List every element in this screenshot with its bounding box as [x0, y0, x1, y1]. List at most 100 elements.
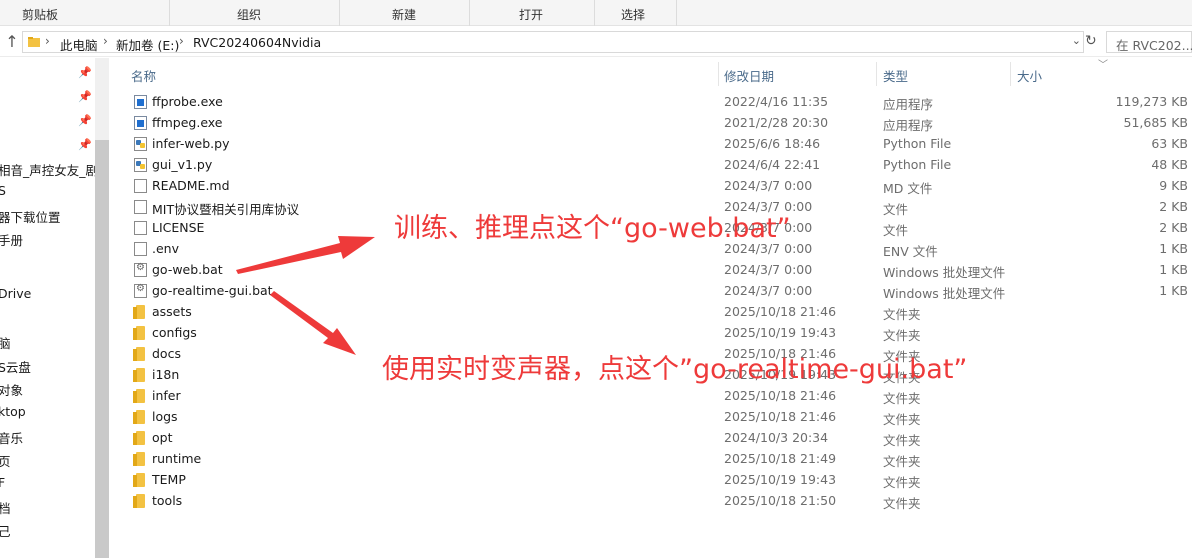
- nav-item[interactable]: 己: [0, 521, 11, 540]
- file-size: 2 KB: [1159, 199, 1188, 214]
- folder-row[interactable]: tools 2025/10/18 21:50 文件夹: [110, 491, 1192, 512]
- file-type: 文件夹: [883, 307, 921, 322]
- nav-item[interactable]: F: [0, 475, 5, 490]
- file-date: 2022/4/16 11:35: [724, 94, 829, 109]
- batch-file-icon: [134, 283, 147, 298]
- file-size: 119,273 KB: [1115, 94, 1188, 109]
- nav-item[interactable]: 手册: [0, 230, 23, 249]
- pin-icon: 📌: [78, 90, 92, 103]
- folder-row[interactable]: TEMP 2025/10/19 19:43 文件夹: [110, 470, 1192, 491]
- file-type: 文件夹: [883, 433, 921, 448]
- file-row[interactable]: go-realtime-gui.bat 2024/3/7 0:00 Windows …: [110, 281, 1192, 302]
- refresh-icon[interactable]: ↻: [1085, 33, 1097, 49]
- chevron-down-icon[interactable]: ⌄: [1072, 34, 1081, 47]
- breadcrumb-this-pc[interactable]: 此电脑: [60, 35, 98, 54]
- file-name: configs: [152, 325, 197, 340]
- file-type: ENV 文件: [883, 244, 938, 259]
- nav-item[interactable]: 页: [0, 451, 11, 470]
- folder-row[interactable]: infer 2025/10/18 21:46 文件夹: [110, 386, 1192, 407]
- folder-icon: [28, 37, 40, 47]
- pin-icon: 📌: [78, 66, 92, 79]
- nav-item[interactable]: ktop: [0, 404, 26, 419]
- file-type: 应用程序: [883, 97, 934, 112]
- file-row[interactable]: gui_v1.py 2024/6/4 22:41 Python File 48 KB: [110, 155, 1192, 176]
- file-row[interactable]: README.md 2024/3/7 0:00 MD 文件 9 KB: [110, 176, 1192, 197]
- column-header-date[interactable]: 修改日期: [718, 58, 876, 88]
- ribbon-group-clipboard: 剪贴板: [0, 0, 170, 26]
- file-size: 63 KB: [1151, 136, 1188, 151]
- file-row[interactable]: go-web.bat 2024/3/7 0:00 Windows 批处理文件 1 KB: [110, 260, 1192, 281]
- column-header-label: 修改日期: [724, 69, 775, 84]
- folder-icon: [133, 431, 145, 445]
- file-row[interactable]: ffprobe.exe 2022/4/16 11:35 应用程序 119,273 KB: [110, 92, 1192, 113]
- python-file-icon: [134, 137, 147, 151]
- ribbon-group-organize: 组织: [170, 0, 340, 26]
- file-name: infer-web.py: [152, 136, 230, 151]
- file-name: opt: [152, 430, 173, 445]
- nav-scrollbar-thumb[interactable]: [95, 140, 109, 558]
- file-type: 文件: [883, 223, 909, 238]
- batch-file-icon: [134, 262, 147, 277]
- document-icon: [134, 221, 147, 235]
- nav-item[interactable]: 档: [0, 498, 11, 517]
- folder-icon: [133, 368, 145, 382]
- document-icon: [134, 179, 147, 193]
- breadcrumb-separator-icon: ›: [45, 34, 50, 48]
- file-name: README.md: [152, 178, 230, 193]
- column-header-name[interactable]: 名称: [110, 58, 718, 88]
- file-name: LICENSE: [152, 220, 205, 235]
- nav-item[interactable]: S: [0, 183, 6, 198]
- file-name: .env: [152, 241, 179, 256]
- file-date: 2025/6/6 18:46: [724, 136, 821, 151]
- breadcrumb-drive[interactable]: 新加卷 (E:): [116, 35, 179, 54]
- file-date: 2024/6/4 22:41: [724, 157, 821, 172]
- folder-icon: [133, 410, 145, 424]
- nav-item[interactable]: 音乐: [0, 428, 23, 447]
- nav-item[interactable]: 器下载位置: [0, 207, 61, 226]
- ribbon-group-label: 新建: [392, 8, 417, 22]
- folder-icon: [133, 326, 145, 340]
- nav-item[interactable]: Drive: [0, 286, 31, 301]
- address-bar[interactable]: › 此电脑 › 新加卷 (E:) › RVC20240604Nvidia ⌄: [22, 31, 1084, 53]
- file-date: 2025/10/18 21:46: [724, 388, 837, 403]
- file-size: 1 KB: [1159, 262, 1188, 277]
- file-type: 文件夹: [883, 391, 921, 406]
- up-arrow-icon[interactable]: ↑: [2, 31, 22, 53]
- folder-icon: [133, 473, 145, 487]
- pin-icon: 📌: [78, 138, 92, 151]
- file-name: TEMP: [152, 472, 186, 487]
- breadcrumb-folder[interactable]: RVC20240604Nvidia: [193, 35, 321, 50]
- pin-icon: 📌: [78, 114, 92, 127]
- breadcrumb-separator-icon: ›: [179, 34, 184, 48]
- column-header-label: 类型: [883, 69, 909, 84]
- file-type: 文件夹: [883, 454, 921, 469]
- breadcrumb-separator-icon: ›: [103, 34, 108, 48]
- file-row[interactable]: ffmpeg.exe 2021/2/28 20:30 应用程序 51,685 KB: [110, 113, 1192, 134]
- nav-item[interactable]: 相音_声控女友_剧情: [0, 160, 95, 179]
- file-size: 1 KB: [1159, 283, 1188, 298]
- folder-row[interactable]: opt 2024/10/3 20:34 文件夹: [110, 428, 1192, 449]
- nav-item[interactable]: S云盘: [0, 357, 31, 376]
- folder-row[interactable]: logs 2025/10/18 21:46 文件夹: [110, 407, 1192, 428]
- exe-icon: [134, 95, 147, 109]
- file-row[interactable]: infer-web.py 2025/6/6 18:46 Python File 63 …: [110, 134, 1192, 155]
- column-header-type[interactable]: 类型: [876, 58, 1010, 88]
- file-date: 2025/10/18 21:46: [724, 304, 837, 319]
- file-size: 2 KB: [1159, 220, 1188, 235]
- file-name: infer: [152, 388, 181, 403]
- file-size: 1 KB: [1159, 241, 1188, 256]
- file-name: tools: [152, 493, 183, 508]
- nav-item[interactable]: 对象: [0, 380, 23, 399]
- folder-row[interactable]: configs 2025/10/19 19:43 文件夹: [110, 323, 1192, 344]
- file-name: i18n: [152, 367, 180, 382]
- python-file-icon: [134, 158, 147, 172]
- file-type: 文件夹: [883, 412, 921, 427]
- nav-item[interactable]: 脑: [0, 333, 11, 352]
- folder-icon: [133, 452, 145, 466]
- file-name: logs: [152, 409, 178, 424]
- folder-row[interactable]: assets 2025/10/18 21:46 文件夹: [110, 302, 1192, 323]
- file-type: 应用程序: [883, 118, 934, 133]
- file-date: 2024/10/3 20:34: [724, 430, 829, 445]
- search-input[interactable]: 在 RVC202...: [1106, 31, 1192, 53]
- folder-row[interactable]: runtime 2025/10/18 21:49 文件夹: [110, 449, 1192, 470]
